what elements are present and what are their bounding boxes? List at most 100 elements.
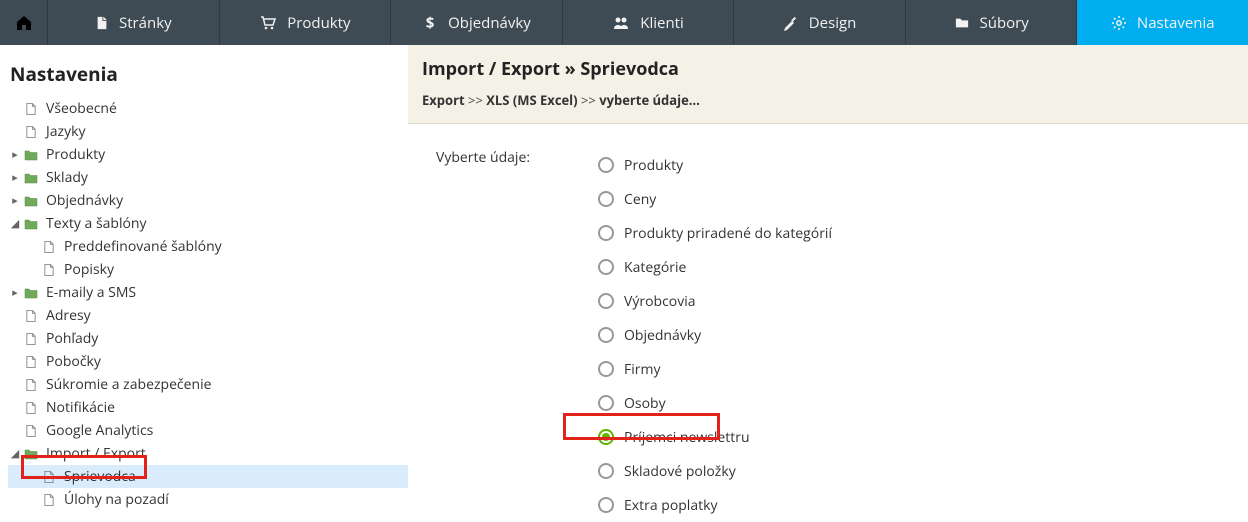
radio-icon[interactable]: [598, 225, 614, 241]
sidebar-item-label: Adresy: [40, 306, 91, 325]
radio-option[interactable]: Osoby: [598, 386, 832, 420]
radio-icon[interactable]: [598, 361, 614, 377]
crumb-export[interactable]: Export: [422, 91, 465, 109]
radio-option[interactable]: Kategórie: [598, 250, 832, 284]
sidebar-title: Nastavenia: [8, 57, 408, 97]
dollar-icon: [422, 15, 438, 31]
radio-option[interactable]: Objednávky: [598, 318, 832, 352]
sidebar-item[interactable]: Notifikácie: [8, 396, 408, 419]
sidebar-item[interactable]: ▸ E-maily a SMS: [8, 281, 408, 304]
sidebar-item[interactable]: Google Analytics: [8, 419, 408, 442]
file-icon: [40, 470, 58, 484]
sidebar-item[interactable]: ▸Objednávky: [8, 189, 408, 212]
caret-icon: ▸: [8, 170, 22, 185]
file-icon: [40, 493, 58, 507]
sidebar-item[interactable]: ◢ Texty a šablóny: [8, 212, 408, 235]
radio-icon[interactable]: [598, 395, 614, 411]
radio-icon[interactable]: [598, 191, 614, 207]
crumb-current: vyberte údaje…: [599, 91, 700, 109]
sidebar-item-label: Sklady: [40, 168, 88, 187]
file-icon: [95, 15, 109, 31]
caret-icon: ▸: [8, 285, 22, 300]
radio-icon[interactable]: [598, 327, 614, 343]
radio-label: Príjemci newslettru: [624, 428, 750, 447]
radio-option[interactable]: Produkty priradené do kategórií: [598, 216, 832, 250]
radio-label: Kategórie: [624, 258, 686, 277]
sidebar-item-label: Všeobecné: [40, 99, 117, 118]
sidebar-item[interactable]: Adresy: [8, 304, 408, 327]
nav-item-objednavky[interactable]: Objednávky: [391, 0, 563, 45]
folder-icon: [22, 148, 40, 161]
top-nav: Stránky Produkty Objednávky Klienti Desi…: [0, 0, 1248, 45]
folder-icon: [22, 286, 40, 299]
caret-icon: ▸: [8, 147, 22, 162]
main-header: Import / Export » Sprievodca Export >> X…: [408, 45, 1248, 124]
sidebar-item-label: Úlohy na pozadí: [58, 490, 169, 509]
file-icon: [22, 125, 40, 139]
radio-label: Ceny: [624, 190, 656, 209]
nav-label: Nastavenia: [1137, 13, 1215, 33]
radio-option[interactable]: Výrobcovia: [598, 284, 832, 318]
breadcrumb: Export >> XLS (MS Excel) >> vyberte údaj…: [422, 91, 1234, 109]
nav-label: Stránky: [119, 13, 172, 33]
sidebar-item-label: Pobočky: [40, 352, 101, 371]
sidebar-item[interactable]: Sprievodca: [8, 465, 408, 488]
nav-item-nastavenia[interactable]: Nastavenia: [1077, 0, 1248, 45]
nav-item-produkty[interactable]: Produkty: [220, 0, 392, 45]
radio-option[interactable]: Firmy: [598, 352, 832, 386]
radio-option[interactable]: Extra poplatky: [598, 488, 832, 522]
sidebar-item-label: Notifikácie: [40, 398, 115, 417]
folder-icon: [954, 16, 970, 30]
radio-option[interactable]: Produkty: [598, 148, 832, 182]
radio-option[interactable]: Ceny: [598, 182, 832, 216]
radio-icon[interactable]: [598, 463, 614, 479]
sidebar-item[interactable]: ▸ Sklady: [8, 166, 408, 189]
radio-label: Osoby: [624, 394, 666, 413]
sidebar-item[interactable]: Pobočky: [8, 350, 408, 373]
nav-item-klienti[interactable]: Klienti: [563, 0, 735, 45]
file-icon: [40, 240, 58, 254]
nav-item-design[interactable]: Design: [734, 0, 906, 45]
users-icon: [612, 15, 630, 31]
sidebar-item[interactable]: ▸Produkty: [8, 143, 408, 166]
sidebar-item[interactable]: Súkromie a zabezpečenie: [8, 373, 408, 396]
file-icon: [22, 378, 40, 392]
nav-item-subory[interactable]: Súbory: [906, 0, 1078, 45]
file-icon: [22, 424, 40, 438]
sidebar-item-label: Objednávky: [40, 191, 123, 210]
gear-icon: [1111, 15, 1127, 31]
folder-icon: [22, 171, 40, 184]
nav-item-stranky[interactable]: Stránky: [48, 0, 220, 45]
sidebar-item[interactable]: Úlohy na pozadí: [8, 488, 408, 511]
crumb-format[interactable]: XLS (MS Excel): [486, 91, 577, 109]
sidebar-item-label: Súkromie a zabezpečenie: [40, 375, 211, 394]
crumb-sep: >>: [468, 91, 486, 109]
sidebar-item[interactable]: Všeobecné: [8, 97, 408, 120]
main-content: Import / Export » Sprievodca Export >> X…: [408, 45, 1248, 514]
sidebar-item[interactable]: Preddefinované šablóny: [8, 235, 408, 258]
caret-icon: ◢: [8, 216, 22, 231]
sidebar-item-label: Pohľady: [40, 329, 98, 348]
brush-icon: [783, 15, 799, 31]
sidebar-item[interactable]: ◢Import / Export: [8, 442, 408, 465]
radio-option[interactable]: Príjemci newslettru: [598, 420, 832, 454]
radio-icon[interactable]: [598, 497, 614, 513]
radio-label: Extra poplatky: [624, 496, 717, 515]
radio-icon[interactable]: [598, 429, 614, 445]
export-data-form: Vyberte údaje: ProduktyCenyProdukty prir…: [408, 124, 1248, 522]
radio-option[interactable]: Skladové položky: [598, 454, 832, 488]
sidebar-item-label: Texty a šablóny: [40, 214, 147, 233]
radio-icon[interactable]: [598, 259, 614, 275]
nav-home[interactable]: [0, 0, 48, 45]
radio-label: Objednávky: [624, 326, 701, 345]
sidebar-item[interactable]: Pohľady: [8, 327, 408, 350]
sidebar-item[interactable]: Popisky: [8, 258, 408, 281]
file-icon: [22, 102, 40, 116]
sidebar-item-label: E-maily a SMS: [40, 283, 136, 302]
radio-icon[interactable]: [598, 157, 614, 173]
file-icon: [22, 355, 40, 369]
sidebar-item[interactable]: Jazyky: [8, 120, 408, 143]
file-icon: [40, 263, 58, 277]
crumb-sep: >>: [581, 91, 599, 109]
radio-icon[interactable]: [598, 293, 614, 309]
